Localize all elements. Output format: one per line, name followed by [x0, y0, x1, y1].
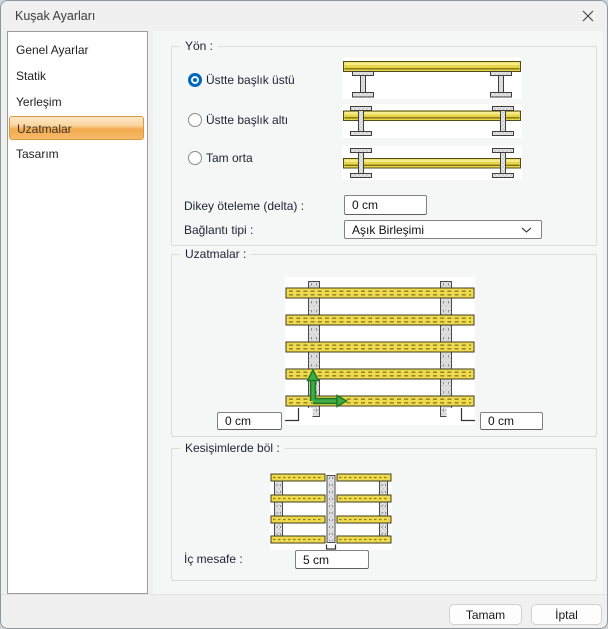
- radio-top-flange-top[interactable]: [188, 73, 202, 87]
- extension-right-input[interactable]: [480, 412, 543, 430]
- chevron-down-icon: [521, 226, 532, 233]
- extensions-group-title: Uzatmalar :: [180, 247, 251, 262]
- connection-type-dropdown[interactable]: Aşık Birleşimi: [344, 220, 542, 239]
- settings-nav: Genel Ayarlar Statik Yerleşim Uzatmalar …: [7, 31, 148, 594]
- delta-input[interactable]: [344, 195, 427, 215]
- girt-settings-dialog: Kuşak Ayarları Genel Ayarlar Statik Yerl…: [0, 0, 608, 629]
- split-at-intersections-group: Kesişimlerde böl :: [171, 448, 597, 581]
- ok-button[interactable]: Tamam: [449, 604, 522, 625]
- beam-under-top-flange-diagram: [342, 104, 522, 138]
- sidebar-item-genel-ayarlar[interactable]: Genel Ayarlar: [8, 37, 147, 63]
- radio-top-flange-bottom-label: Üstte başlık altı: [206, 111, 288, 129]
- radio-full-middle-label: Tam orta: [206, 149, 253, 167]
- radio-full-middle[interactable]: [188, 151, 202, 165]
- sidebar-item-statik[interactable]: Statik: [8, 63, 147, 89]
- sidebar-item-yerlesim[interactable]: Yerleşim: [8, 89, 147, 115]
- sidebar-item-tasarim[interactable]: Tasarım: [8, 141, 147, 167]
- cancel-button[interactable]: İptal: [531, 604, 602, 625]
- titlebar: Kuşak Ayarları: [1, 1, 607, 31]
- connection-type-label: Bağlantı tipi :: [184, 221, 253, 239]
- radio-top-flange-top-label: Üstte başlık üstü: [206, 71, 295, 89]
- connection-type-value: Aşık Birleşimi: [352, 223, 424, 237]
- beam-at-middle-diagram: [342, 146, 522, 180]
- radio-top-flange-bottom[interactable]: [188, 113, 202, 127]
- delta-label: Dikey öteleme (delta) :: [184, 197, 304, 215]
- extensions-group: Uzatmalar :: [171, 254, 597, 437]
- extension-left-input[interactable]: [217, 412, 282, 430]
- direction-group: Yön : Üstte başlık üstü Üstte başlık alt…: [171, 46, 597, 246]
- close-icon: [582, 10, 594, 22]
- split-intersections-diagram: [270, 472, 392, 550]
- split-group-title: Kesişimlerde böl :: [180, 441, 285, 456]
- window-title: Kuşak Ayarları: [15, 1, 95, 31]
- settings-page-uzatmalar: Yön : Üstte başlık üstü Üstte başlık alt…: [153, 31, 603, 594]
- inner-distance-label: İç mesafe :: [184, 550, 243, 568]
- beam-on-top-flange-diagram: [342, 57, 522, 99]
- inner-distance-input[interactable]: [295, 550, 369, 569]
- sidebar-item-uzatmalar[interactable]: Uzatmalar: [9, 116, 144, 140]
- dialog-footer: Tamam İptal: [1, 594, 607, 629]
- close-button[interactable]: [577, 7, 599, 25]
- extensions-diagram: [285, 277, 475, 425]
- direction-group-title: Yön :: [180, 39, 218, 54]
